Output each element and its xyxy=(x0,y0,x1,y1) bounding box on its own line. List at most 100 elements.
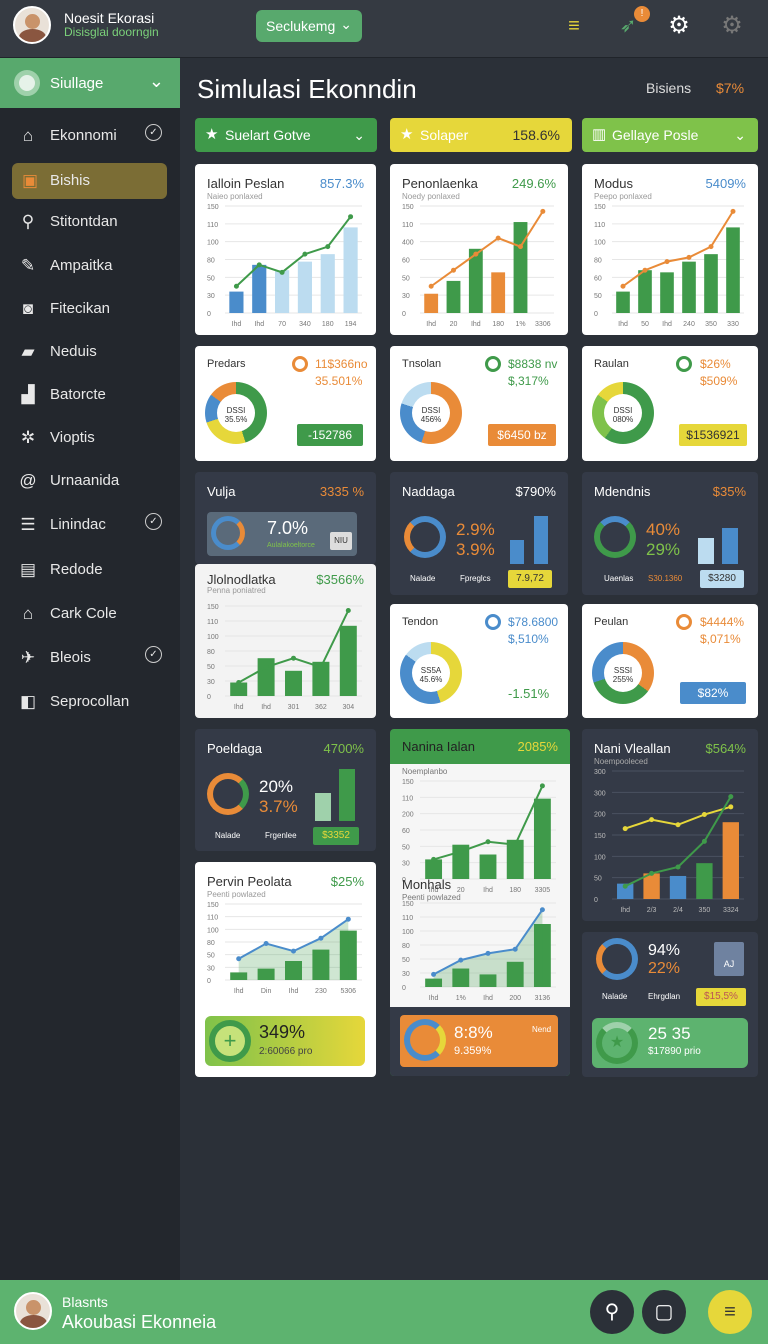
footer-avatar[interactable] xyxy=(14,1292,52,1330)
check-icon: ✓ xyxy=(145,646,162,663)
sidebar-item-fitecikan[interactable]: ◙ Fitecikan xyxy=(0,291,180,327)
sidebar-item-linindac[interactable]: ☰ Linindac ✓ xyxy=(0,507,180,543)
chart-card-penonlaenka[interactable]: Penonlaenka 249.6% Noedy ponlaxed 150 110… xyxy=(390,164,568,335)
series-point xyxy=(473,251,479,257)
stat-card-summary[interactable]: 94% 22% AJ Nalade Ehrgdlan $15,5% ★ 25 3… xyxy=(582,932,758,1077)
donut-card-raulan[interactable]: Raulan $26% $509% DSSI 080% $1536921 xyxy=(582,346,758,461)
stat-card-poeldaga[interactable]: Poeldaga 4700% 20% 3.7% Nalade Frgenlee … xyxy=(195,729,376,851)
chart-card-nani-vleallan[interactable]: Nani Vleallan $564% Noempooleced 300 300 2… xyxy=(582,729,758,921)
chart-bar xyxy=(722,822,739,899)
sidebar-item-bishis[interactable]: ▣ Bishis xyxy=(12,163,167,199)
stat-card-naddaga[interactable]: Naddaga $790% 2.9% 3.9% Nalade Fpreglcs … xyxy=(390,472,568,595)
donut-card-peulan[interactable]: Peulan $4444% $,071% SSSI 255% $82% xyxy=(582,604,758,718)
series-point xyxy=(345,608,351,613)
sidebar-item-redode[interactable]: ▤ Redode xyxy=(0,552,180,588)
filter-dropdown-1[interactable]: ★ Suelart Gotve ⌄ xyxy=(195,118,377,152)
sidebar-item-cark-cole[interactable]: ⌂ Cark Cole xyxy=(0,596,180,632)
series-point xyxy=(325,244,331,250)
bottom-small-value: 9.359% xyxy=(454,1045,492,1057)
chart-card-nanina[interactable]: Nanina Ialan 2085% Noemplanbo 150 110 200 6… xyxy=(390,729,570,1076)
donut-value-1: 11$366no xyxy=(315,357,368,371)
filter-dropdown-3[interactable]: ▥ Gellaye Posle ⌄ xyxy=(582,118,758,152)
y-tick-label: 100 xyxy=(207,927,219,934)
chart-bar xyxy=(616,291,630,313)
factory-icon: ▟ xyxy=(21,385,35,404)
message-icon[interactable]: ▢ xyxy=(642,1290,686,1334)
y-tick-label: 0 xyxy=(594,897,598,904)
donut-card-tendon[interactable]: Tendon $78.6800 $,510% SS5A 45.6% -1.51% xyxy=(390,604,568,718)
stat-card-mdendnis[interactable]: Mdendnis $35% 40% 29% Uaenlas S30.1360 $… xyxy=(582,472,758,595)
chart-card-pervin[interactable]: Pervin Peolata $25% Peenti powlazed 150 1… xyxy=(195,862,376,1077)
chart-card-ialloin[interactable]: Ialloin Peslan 857.3% Naieo ponlaxed 150… xyxy=(195,164,376,335)
value-button[interactable]: $82% xyxy=(680,682,746,704)
x-tick-label: Ihd xyxy=(232,321,242,328)
sidebar-item-seprocollan[interactable]: ◧ Seprocollan xyxy=(0,684,180,720)
chart-bar xyxy=(320,254,335,313)
chart-bar xyxy=(533,798,551,879)
sidebar-item-bleois[interactable]: ✈ Bleois ✓ xyxy=(0,640,180,676)
user-search-icon[interactable]: ⚲ xyxy=(590,1290,634,1334)
y-tick-label: 150 xyxy=(207,902,219,909)
chart-bar xyxy=(491,272,506,313)
donut-card-tnsolan[interactable]: Tnsolan $8838 nv $,317% DSSI 456% $6450 … xyxy=(390,346,568,461)
stat-card-vulja[interactable]: Vulja 3335 % 7.0% Aulalakoeltorce NIU xyxy=(195,472,376,564)
y-tick-label: 110 xyxy=(207,619,218,626)
stat-value-1: 94% xyxy=(648,942,681,959)
donut-center-label: SSSI 255% xyxy=(612,666,634,684)
scenario-dropdown[interactable]: Seclukemg ⌄ xyxy=(256,10,362,42)
value-button[interactable]: -152786 xyxy=(297,424,363,446)
filter-dropdown-2[interactable]: ★ Solaper 158.6% xyxy=(390,118,572,152)
page-title: Simlulasi Ekonndin xyxy=(197,74,417,104)
chart-plot: 150 110 100 80 60 50 0 Ihd 50 Ihd 240 350 330 xyxy=(594,204,744,328)
y-tick-label: 60 xyxy=(402,828,410,835)
stat-label-1: Nalade xyxy=(215,831,241,840)
gauge-icon xyxy=(211,516,245,550)
sidebar-item-stitontdan[interactable]: ⚲ Stitontdan xyxy=(0,204,180,240)
menu-icon[interactable]: ≡ xyxy=(560,12,588,40)
x-tick-label: 350 xyxy=(705,321,717,328)
series-point xyxy=(701,838,707,844)
x-tick-label: Ihd xyxy=(618,321,628,328)
donut-value-2: $,510% xyxy=(508,632,549,646)
value-button[interactable]: $6450 bz xyxy=(488,424,556,446)
chart-bar xyxy=(343,227,358,313)
gauge-icon xyxy=(207,773,249,815)
chart-card-modus[interactable]: Modus 5409% Peepo ponlaxed 150 110 100 80 60… xyxy=(582,164,758,335)
sidebar-item-vioptis[interactable]: ✲ Vioptis xyxy=(0,420,180,456)
y-tick-label: 110 xyxy=(594,222,605,229)
user-avatar[interactable] xyxy=(13,6,51,44)
footer-line-1: Blasnts xyxy=(62,1294,108,1310)
x-tick-label: Ihd xyxy=(254,321,264,328)
gear-icon[interactable]: ⚙ xyxy=(665,12,693,40)
sidebar-item-ekonnomi[interactable]: ⌂ Ekonnomi ✓ xyxy=(0,118,180,154)
series-point xyxy=(291,948,296,954)
y-tick-label: 100 xyxy=(594,240,606,247)
series-point xyxy=(730,208,736,214)
plus-icon[interactable]: + xyxy=(209,1020,251,1062)
sidebar-header[interactable]: Siullage ⌄ xyxy=(0,58,180,108)
sidebar-item-neduis[interactable]: ▰ Neduis xyxy=(0,334,180,370)
series-point xyxy=(431,856,437,862)
card-title: Tnsolan xyxy=(402,358,442,370)
donut-card-predars[interactable]: Predars 11$366no 35.501% DSSI 35.5% -152… xyxy=(195,346,376,461)
chart-bar xyxy=(696,863,713,899)
y-tick-label: 30 xyxy=(207,293,215,300)
chevron-down-icon: ⌄ xyxy=(148,71,164,91)
series-point xyxy=(428,283,434,289)
sidebar-item-ampaitka[interactable]: ✎ Ampaitka xyxy=(0,248,180,284)
sidebar-item-label: Neduis xyxy=(50,343,97,360)
sidebar-item-batorcte[interactable]: ▟ Batorcte xyxy=(0,377,180,413)
chart-card-jlolnodlatka[interactable]: Jlolnodlatka $3566% Penna poniatred 150 1… xyxy=(195,564,376,718)
sidebar-item-label: Redode xyxy=(50,561,103,578)
menu-icon[interactable]: ≡ xyxy=(708,1290,752,1334)
sidebar-item-urnaanida[interactable]: @ Urnaanida xyxy=(0,463,180,499)
settings-icon[interactable]: ⚙ xyxy=(718,12,746,40)
series-point xyxy=(233,283,239,289)
y-tick-label: 30 xyxy=(402,293,410,300)
y-tick-label: 400 xyxy=(402,240,414,247)
series-point xyxy=(728,804,734,810)
sidebar-item-label: Batorcte xyxy=(50,386,106,403)
bottom-big-value: 349% xyxy=(259,1022,306,1042)
value-button[interactable]: $1536921 xyxy=(679,424,747,446)
chart-bar xyxy=(638,270,652,313)
